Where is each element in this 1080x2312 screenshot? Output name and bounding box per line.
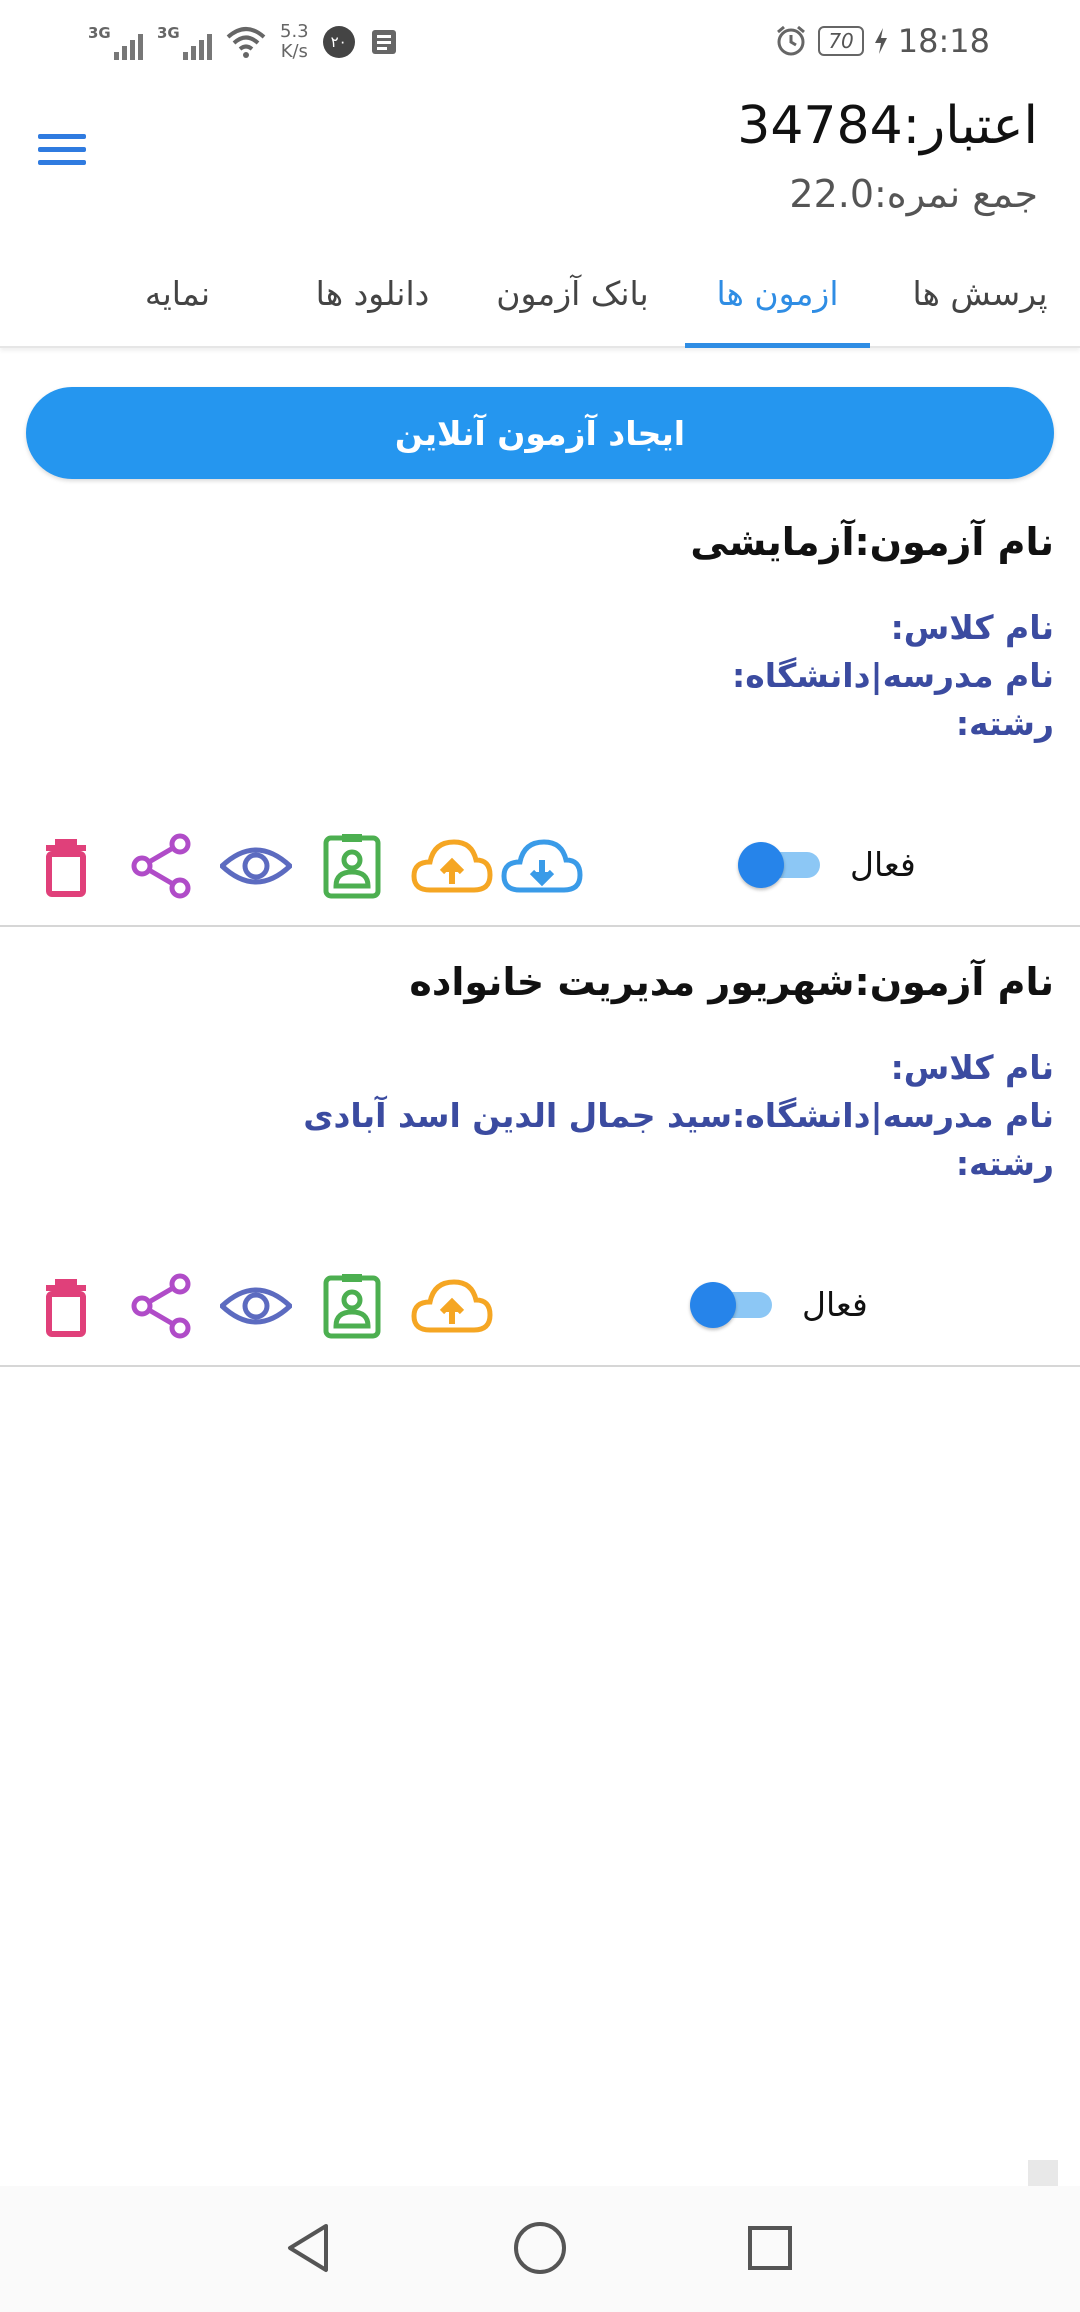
share-icon[interactable] [126,830,198,902]
exam-title: نام آزمون:شهریور مدیریت خانواده [409,960,1054,1004]
tab-exam-bank[interactable]: بانک آزمون [480,240,665,346]
eye-icon[interactable] [220,1270,292,1342]
contact-card-icon[interactable] [316,830,388,902]
charging-icon [874,28,887,54]
credit-label: اعتبار:34784 [737,96,1038,156]
active-toggle[interactable] [690,1282,774,1328]
menu-icon[interactable] [38,134,86,170]
network-type-2: 3G [157,24,180,42]
exam-field: رشته: [955,1144,1054,1183]
exam-class: نام کلاس: [890,1048,1054,1087]
cloud-upload-icon[interactable] [410,830,494,902]
active-toggle[interactable] [738,842,822,888]
cloud-upload-icon[interactable] [410,1270,494,1342]
score-label: جمع نمره:22.0 [789,172,1038,216]
back-icon[interactable] [278,2216,342,2280]
tab-exams-label: ازمون ها [716,273,839,313]
battery-level: 70 [818,26,864,56]
status-bar: 3G 3G 5.3 K/s ۲۰ 70 18:18 [0,0,1080,80]
clock: 18:18 [897,22,990,60]
tab-profile-label: نمایه [144,273,211,313]
eye-icon[interactable] [220,830,292,902]
tab-exams[interactable]: ازمون ها [685,240,870,348]
status-right: 70 18:18 [774,16,990,66]
active-label: فعال [802,1285,868,1324]
tab-questions-label: پرسش ها [912,273,1048,313]
signal-icon-1: 3G [88,24,143,60]
create-online-exam-button[interactable]: ایجاد آزمون آنلاین [26,387,1054,479]
tab-downloads-label: دانلود ها [315,273,430,313]
exam-title: نام آزمون:آزمایشی [690,520,1054,564]
cloud-download-icon[interactable] [500,830,584,902]
tab-bar: پرسش ها ازمون ها بانک آزمون دانلود ها نم… [0,240,1080,348]
wifi-icon [226,27,266,58]
alarm-icon [777,25,806,56]
recents-icon[interactable] [738,2216,802,2280]
status-left: 3G 3G 5.3 K/s ۲۰ [88,14,399,70]
delete-icon[interactable] [30,1270,102,1342]
exam-school: نام مدرسه|دانشگاه: [732,656,1054,695]
exam-card: نام آزمون:شهریور مدیریت خانواده نام کلاس… [0,960,1080,1367]
active-label: فعال [850,845,916,884]
network-type-1: 3G [88,24,111,42]
speed-value: 5.3 [280,21,309,42]
exam-field: رشته: [955,704,1054,743]
exam-card: نام آزمون:آزمایشی نام کلاس: نام مدرسه|دا… [0,520,1080,927]
signal-icon-2: 3G [157,24,212,60]
tab-profile[interactable]: نمایه [90,240,265,346]
delete-icon[interactable] [30,830,102,902]
exam-class: نام کلاس: [890,608,1054,647]
share-icon[interactable] [126,1270,198,1342]
tab-downloads[interactable]: دانلود ها [280,240,465,346]
tab-questions[interactable]: پرسش ها [880,240,1080,346]
news-icon [371,30,396,54]
notification-badge: ۲۰ [322,26,355,58]
system-nav-bar [0,2186,1080,2312]
tab-exam-bank-label: بانک آزمون [496,273,649,313]
contact-card-icon[interactable] [316,1270,388,1342]
network-speed: 5.3 K/s [280,22,309,62]
speed-unit: K/s [280,41,308,62]
exam-school: نام مدرسه|دانشگاه:سید جمال الدین اسد آبا… [303,1096,1054,1135]
home-icon[interactable] [508,2216,572,2280]
